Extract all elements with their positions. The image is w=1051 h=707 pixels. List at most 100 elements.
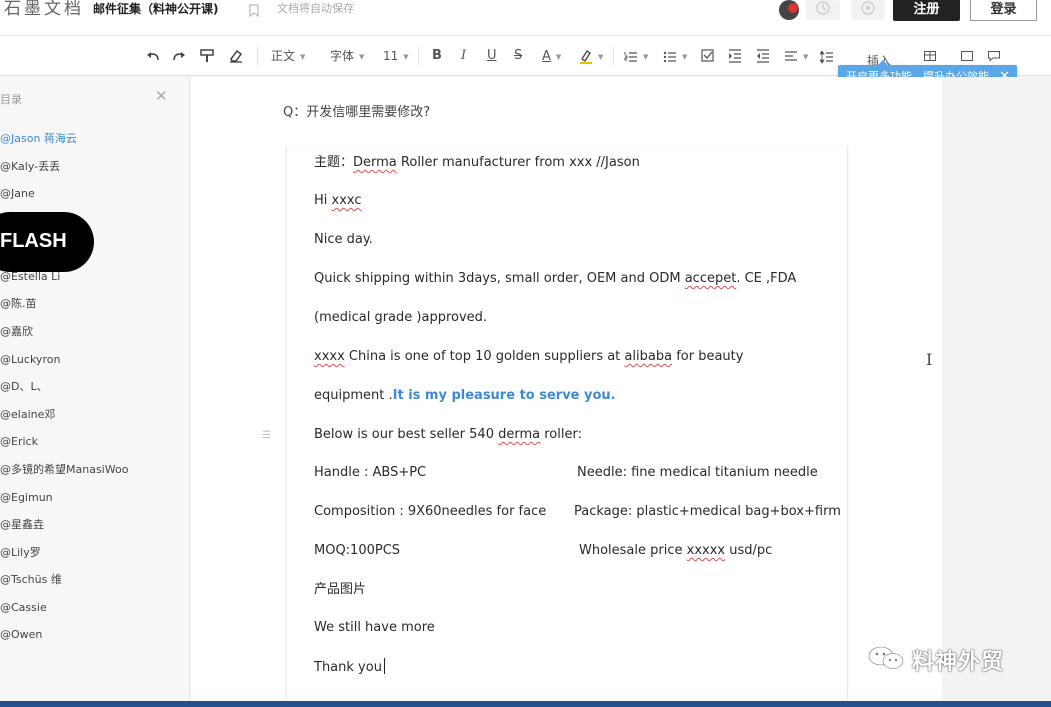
email-line[interactable]: (medical grade )approved. [314,309,487,327]
text-color-icon: A [542,49,551,64]
toc-item[interactable]: @陈.苗 [0,297,37,311]
undo-button[interactable] [145,47,161,65]
document-title[interactable]: 邮件征集（料神公开课) [93,1,219,17]
toc-item[interactable]: @Cassie [0,601,47,615]
table-icon [924,51,936,61]
paragraph-style-select[interactable]: 正文 ▼ [271,47,305,65]
spec-needle[interactable]: Needle: fine medical titanium needle [577,464,818,482]
toc-item[interactable]: @Kaly-丢丢 [0,160,60,174]
format-toolbar: 正文▼ 字体▼ 11▼ B I U S A▼ ▼ ▼ ▼ ▼ 插入 开启更多功能… [0,36,1051,89]
email-greeting[interactable]: Hi xxxc [314,192,362,210]
login-button[interactable]: 登录 [970,0,1037,21]
toc-item[interactable]: @Luckyron [0,353,60,367]
eraser-icon [228,47,244,65]
line-text: China is one of top 10 golden suppliers … [344,349,625,364]
spellcheck-word: alibaba [624,349,673,364]
toc-title: 目录 [0,93,22,106]
bookmark-icon[interactable] [249,2,259,18]
spellcheck-word: xxxxx [686,543,726,558]
underline-icon: U [487,48,497,63]
toc-item[interactable]: @Owen [0,628,42,642]
toolbar-divider [257,47,258,65]
ordered-list-button[interactable]: ▼ [624,47,648,65]
toc-item[interactable]: @多镜的希望ManasiWoo [0,463,128,477]
font-size-label: 11 [383,49,399,63]
history-button[interactable] [806,0,840,20]
toc-item[interactable]: @Estella Li [0,270,60,284]
present-button[interactable] [851,0,885,20]
chevron-down-icon: ▼ [682,52,688,61]
line-spacing-icon [820,49,834,64]
toc-item[interactable]: @Jane [0,187,35,201]
highlighter-icon [579,49,593,65]
line-text: roller: [540,427,582,442]
drag-handle-icon[interactable]: ☰ [262,430,271,441]
indent-decrease-button[interactable] [756,47,770,65]
toc-item[interactable]: @D、L、 [0,380,48,394]
email-line[interactable]: xxxx China is one of top 10 golden suppl… [314,348,743,366]
text-caret [383,658,385,674]
text-color-button[interactable]: A ▼ [542,47,561,65]
avatar[interactable] [779,0,799,20]
flash-badge: FLASH [0,212,94,272]
checklist-button[interactable] [701,47,715,65]
strikethrough-button[interactable]: S [514,47,522,65]
indent-increase-icon [728,47,742,65]
email-line[interactable]: We still have more [314,619,435,637]
email-draft-box[interactable] [286,146,848,701]
toc-item[interactable]: @嘉欣 [0,325,33,339]
app-logo[interactable]: 石墨文档 [4,0,84,18]
line-text: Below is our best seller 540 [314,427,499,442]
underline-button[interactable]: U [487,47,497,65]
italic-button[interactable]: I [461,47,466,65]
email-subject[interactable]: 主题：Derma Roller manufacturer from xxx //… [314,154,640,172]
checklist-icon [701,47,715,65]
toc-item[interactable]: @星鑫垚 [0,518,44,532]
email-line[interactable]: Nice day. [314,231,373,249]
line-text: Wholesale price [579,543,687,558]
spec-moq[interactable]: MOQ:100PCS [314,542,400,560]
undo-icon [145,47,161,65]
email-line[interactable]: Below is our best seller 540 derma rolle… [314,426,582,444]
format-painter-button[interactable] [200,47,214,65]
email-line[interactable]: Quick shipping within 3days, small order… [314,270,796,288]
spec-wholesale[interactable]: Wholesale price xxxxx usd/pc [579,542,772,560]
line-text: . CE ,FDA [736,271,797,286]
toc-item[interactable]: @Jason 蒋海云 [0,132,77,146]
bold-button[interactable]: B [432,47,442,65]
highlight-button[interactable]: ▼ [579,47,603,65]
line-text: Quick shipping within 3days, small order… [314,271,685,286]
close-icon[interactable]: ✕ [155,89,168,104]
chevron-down-icon: ▼ [803,52,809,61]
spellcheck-word: xxxc [331,193,362,208]
register-button[interactable]: 注册 [893,0,960,21]
image-icon [961,51,973,61]
line-spacing-button[interactable] [820,47,834,65]
redo-button[interactable] [171,47,187,65]
font-size-select[interactable]: 11 ▼ [383,47,409,65]
toc-item[interactable]: @Erick [0,435,38,449]
toc-item[interactable]: @Lily罗 [0,546,41,560]
top-bar: 石墨文档 邮件征集（料神公开课) 文档将自动保存 注册 登录 [0,0,1051,36]
bottom-bar [0,701,1051,707]
email-line-last[interactable]: Thank you [314,658,385,677]
email-line[interactable]: 产品图片 [314,581,366,599]
spellcheck-word: accepet [684,271,737,286]
font-family-label: 字体 [330,49,355,63]
toc-item[interactable]: @Egimun [0,491,53,505]
clear-format-button[interactable] [228,47,244,65]
spec-package[interactable]: Package: plastic+medical bag+box+firm [574,503,841,521]
toc-item[interactable]: @Tschüs 维 [0,573,62,587]
question-heading[interactable]: Q：开发信哪里需要修改? [283,101,430,120]
font-family-select[interactable]: 字体 ▼ [330,47,364,65]
email-line[interactable]: equipment .It is my pleasure to serve yo… [314,387,616,405]
bullet-list-button[interactable]: ▼ [663,47,687,65]
bullet-list-icon [663,50,677,64]
italic-icon: I [461,48,467,63]
ordered-list-icon [624,50,638,64]
spec-composition[interactable]: Composition : 9X60needles for face [314,503,546,521]
spec-handle[interactable]: Handle : ABS+PC [314,464,426,482]
indent-increase-button[interactable] [728,47,742,65]
align-button[interactable]: ▼ [784,47,808,65]
toc-item[interactable]: @elaine邓 [0,408,55,422]
